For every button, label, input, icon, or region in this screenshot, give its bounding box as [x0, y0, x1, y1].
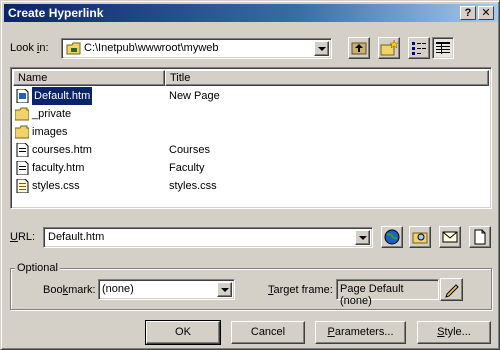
url-label: URL:	[10, 231, 36, 243]
url-dropdown-arrow[interactable]	[355, 230, 370, 245]
folder-icon	[15, 125, 29, 139]
bookmark-dropdown-arrow[interactable]	[217, 282, 232, 297]
file-name: courses.htm	[32, 144, 92, 156]
parameters-button[interactable]: Parameters...	[315, 321, 406, 344]
target-frame-label: Target frame:	[268, 284, 333, 296]
title-bar[interactable]: Create Hyperlink ? ✕	[4, 4, 498, 22]
new-page-button[interactable]	[469, 226, 491, 248]
up-folder-button[interactable]	[348, 37, 370, 59]
browse-folder-icon	[412, 232, 428, 244]
list-view-icon	[412, 42, 426, 55]
url-value: Default.htm	[48, 231, 105, 243]
file-name: images	[32, 126, 68, 138]
list-item[interactable]: images	[15, 123, 485, 141]
create-hyperlink-dialog: Create Hyperlink ? ✕ Look in: C:\Inetpub…	[0, 0, 500, 350]
help-button[interactable]: ?	[460, 6, 476, 20]
style-button[interactable]: Style...	[417, 321, 491, 344]
new-folder-icon	[380, 39, 399, 56]
globe-icon	[384, 229, 400, 245]
close-icon: ✕	[481, 7, 491, 19]
file-name: styles.css	[32, 180, 80, 192]
target-frame-value: Page Default (none)	[340, 283, 404, 307]
list-item[interactable]: faculty.htm Faculty	[15, 159, 485, 177]
look-in-value: C:\Inetpub\wwwroot\myweb	[84, 42, 219, 54]
look-in-dropdown[interactable]: C:\Inetpub\wwwroot\myweb	[61, 38, 332, 59]
target-frame-field: Page Default (none)	[336, 279, 439, 307]
bookmark-dropdown[interactable]: (none)	[98, 279, 235, 300]
chevron-down-icon	[317, 46, 326, 51]
details-view-button[interactable]	[432, 37, 454, 59]
html-file-icon	[16, 143, 29, 157]
css-file-icon	[16, 179, 29, 193]
chevron-down-icon	[220, 287, 229, 292]
html-file-icon	[16, 161, 29, 175]
bookmark-label: Bookmark:	[43, 284, 96, 296]
file-name: _private	[32, 108, 72, 120]
browse-file-button[interactable]	[409, 226, 431, 248]
list-item[interactable]: styles.css styles.css	[15, 177, 485, 195]
column-header-name[interactable]: Name	[13, 70, 165, 86]
look-in-label: Look in:	[10, 42, 49, 54]
file-list[interactable]: Name Title Default.htm New Page _private	[10, 67, 492, 209]
list-item[interactable]: courses.htm Courses	[15, 141, 485, 159]
list-item[interactable]: Default.htm New Page	[15, 86, 485, 106]
email-link-button[interactable]	[439, 226, 461, 248]
close-button[interactable]: ✕	[478, 6, 494, 20]
cancel-button[interactable]: Cancel	[231, 321, 305, 344]
html-file-icon	[16, 89, 29, 103]
file-title: New Page	[169, 90, 220, 102]
target-frame-edit-button[interactable]	[440, 278, 463, 301]
column-header-title[interactable]: Title	[165, 70, 489, 86]
details-view-icon	[436, 42, 450, 54]
file-name: Default.htm	[30, 86, 94, 106]
ok-button[interactable]: OK	[145, 320, 221, 345]
file-title: styles.css	[169, 180, 217, 192]
chevron-down-icon	[358, 235, 367, 240]
envelope-icon	[442, 231, 458, 243]
folder-icon	[15, 107, 29, 121]
file-title: Faculty	[169, 162, 205, 174]
url-input[interactable]: Default.htm	[43, 227, 373, 248]
new-page-icon	[474, 229, 486, 245]
file-name: faculty.htm	[32, 162, 85, 174]
browse-web-button[interactable]	[381, 226, 403, 248]
list-view-button[interactable]	[408, 37, 430, 59]
window-title: Create Hyperlink	[8, 6, 104, 20]
optional-group-label: Optional	[15, 262, 60, 274]
network-folder-icon	[66, 42, 81, 55]
file-title: Courses	[169, 144, 210, 156]
look-in-dropdown-arrow[interactable]	[314, 41, 329, 56]
list-item[interactable]: _private	[15, 105, 485, 123]
up-folder-icon	[351, 42, 367, 55]
new-folder-button[interactable]	[378, 37, 400, 59]
bookmark-value: (none)	[102, 283, 134, 295]
pencil-icon	[445, 284, 459, 298]
help-icon: ?	[464, 7, 472, 19]
